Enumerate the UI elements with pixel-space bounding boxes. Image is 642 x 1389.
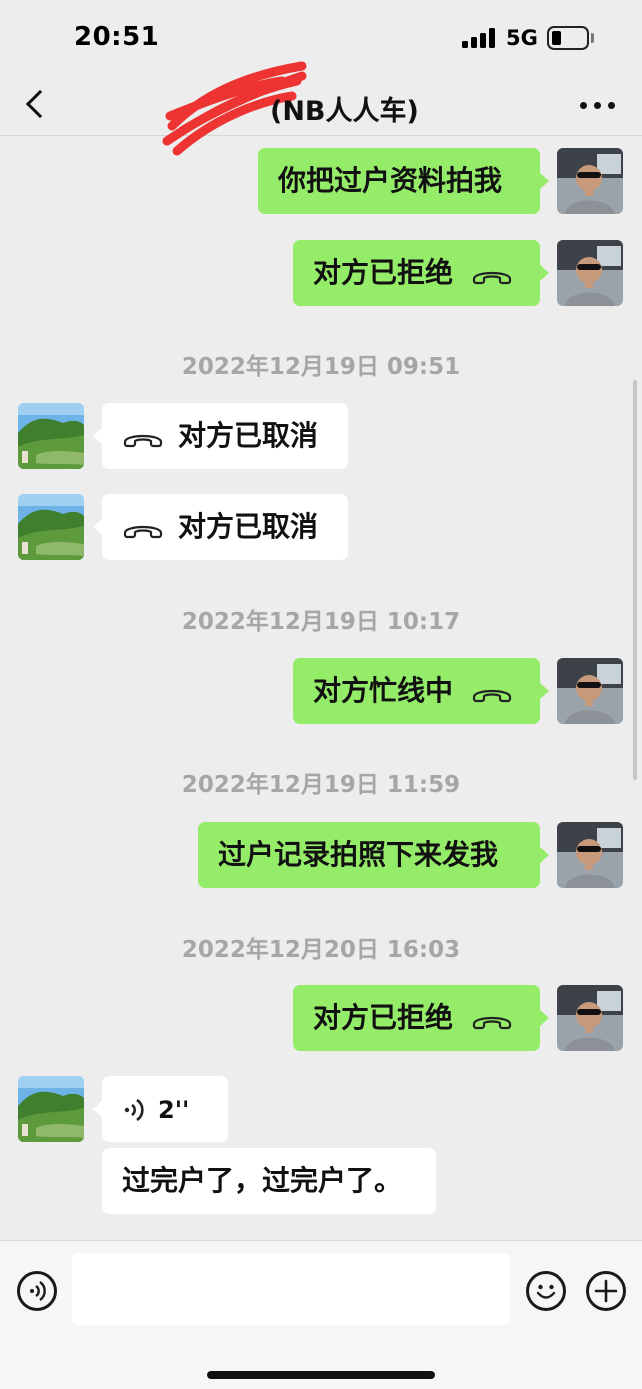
phone-hangup-icon bbox=[123, 434, 163, 448]
voice-input-icon bbox=[30, 1281, 46, 1301]
call-record-bubble[interactable]: 对方已拒绝 bbox=[293, 985, 549, 1051]
my-avatar[interactable] bbox=[557, 658, 623, 724]
voice-message-bubble[interactable]: 2'' bbox=[93, 1076, 228, 1142]
timestamp: 2022年12月19日 09:51 bbox=[181, 354, 461, 380]
voice-duration: 2'' bbox=[158, 1096, 190, 1124]
my-avatar[interactable] bbox=[557, 148, 623, 214]
plus-icon bbox=[594, 1279, 618, 1303]
call-record-bubble[interactable]: 对方已取消 bbox=[93, 403, 348, 469]
phone-hangup-icon bbox=[472, 1016, 512, 1030]
incoming-message: 2'' bbox=[0, 1076, 642, 1142]
outgoing-message: 对方忙线中 bbox=[0, 658, 642, 724]
call-status-text: 对方忙线中 bbox=[313, 674, 454, 707]
call-status-text: 对方已取消 bbox=[178, 510, 319, 543]
back-chevron-icon bbox=[25, 89, 55, 119]
cellular-signal-icon bbox=[462, 28, 496, 48]
call-record-bubble[interactable]: 对方忙线中 bbox=[293, 658, 549, 724]
phone-hangup-icon bbox=[123, 525, 163, 539]
phone-hangup-icon bbox=[472, 689, 512, 703]
voice-input-button[interactable] bbox=[17, 1271, 57, 1311]
chat-title[interactable]: (NB人人车) bbox=[162, 61, 462, 156]
outgoing-message: 过户记录拍照下来发我 bbox=[0, 822, 642, 888]
more-functions-button[interactable] bbox=[586, 1271, 626, 1311]
emoji-button[interactable] bbox=[526, 1271, 566, 1311]
call-record-bubble[interactable]: 对方已取消 bbox=[93, 494, 348, 560]
status-time: 20:51 bbox=[74, 22, 160, 52]
message-input[interactable] bbox=[72, 1253, 510, 1325]
phone-hangup-icon bbox=[472, 271, 512, 285]
chat-title-text: (NB人人车) bbox=[270, 96, 419, 127]
call-record-bubble[interactable]: 对方已拒绝 bbox=[293, 240, 549, 306]
contact-avatar[interactable] bbox=[18, 1076, 84, 1142]
contact-avatar[interactable] bbox=[18, 494, 84, 560]
text-message-bubble[interactable]: 过完户了，过完户了。 bbox=[102, 1148, 436, 1214]
voice-wave-icon bbox=[124, 1098, 144, 1122]
my-avatar[interactable] bbox=[557, 240, 623, 306]
my-avatar[interactable] bbox=[557, 985, 623, 1051]
input-bar bbox=[0, 1240, 642, 1389]
more-dots-icon bbox=[580, 102, 587, 109]
call-status-text: 对方已拒绝 bbox=[313, 1001, 454, 1034]
network-type: 5G bbox=[506, 26, 538, 50]
nav-bar: (NB人人车) bbox=[0, 61, 642, 156]
text-message-bubble[interactable]: 你把过户资料拍我 bbox=[258, 148, 549, 214]
timestamp: 2022年12月19日 10:17 bbox=[181, 609, 461, 635]
call-status-text: 对方已拒绝 bbox=[313, 256, 454, 289]
timestamp: 2022年12月20日 16:03 bbox=[181, 937, 461, 963]
emoji-icon bbox=[536, 1284, 556, 1299]
incoming-message: 过完户了，过完户了。 bbox=[0, 1148, 642, 1214]
contact-avatar[interactable] bbox=[18, 403, 84, 469]
scrollbar[interactable] bbox=[633, 380, 637, 780]
timestamp: 2022年12月19日 11:59 bbox=[181, 772, 461, 798]
incoming-message: 对方已取消 bbox=[0, 494, 642, 560]
my-avatar[interactable] bbox=[557, 822, 623, 888]
more-options-button[interactable] bbox=[576, 92, 618, 120]
outgoing-message: 对方已拒绝 bbox=[0, 240, 642, 306]
call-status-text: 对方已取消 bbox=[178, 419, 319, 452]
outgoing-message: 对方已拒绝 bbox=[0, 985, 642, 1051]
home-indicator[interactable] bbox=[207, 1371, 435, 1379]
back-button[interactable] bbox=[18, 82, 58, 128]
status-bar: 20:51 5G bbox=[0, 0, 642, 78]
text-message-bubble[interactable]: 过户记录拍照下来发我 bbox=[198, 822, 549, 888]
incoming-message: 对方已取消 bbox=[0, 403, 642, 469]
battery-icon bbox=[547, 26, 589, 50]
battery-tip bbox=[591, 33, 594, 43]
outgoing-message: 你把过户资料拍我 bbox=[0, 148, 642, 214]
